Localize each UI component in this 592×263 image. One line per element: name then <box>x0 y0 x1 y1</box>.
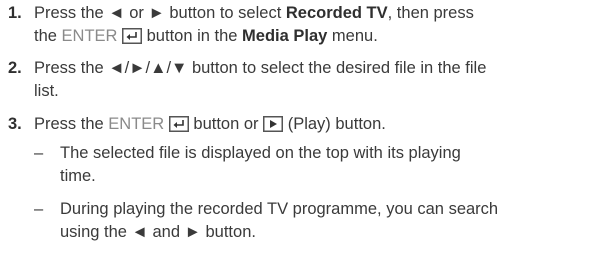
step-text: Press the ◄ or ► button to select <box>34 4 286 22</box>
step-line: Press the ◄ or ► button to select Record… <box>34 2 474 24</box>
step-line: Press the ◄/►/▲/▼ button to select the d… <box>34 59 487 77</box>
step-number: 1. <box>8 4 22 22</box>
step-number: 3. <box>8 115 22 133</box>
step-text: (Play) button. <box>283 115 386 133</box>
step-text: Press the <box>34 115 109 133</box>
menu-name-recorded-tv: Recorded TV <box>285 4 388 22</box>
step-number: 2. <box>8 59 22 77</box>
play-button-icon <box>263 116 284 138</box>
bullet-dash: – <box>34 200 44 218</box>
step-text: menu. <box>327 27 378 45</box>
step-line: Press the ENTER button or (Play) button. <box>34 113 386 138</box>
enter-key-label: ENTER <box>61 27 118 45</box>
enter-key-label: ENTER <box>108 115 165 133</box>
enter-key-icon <box>168 116 189 138</box>
step-line: list. <box>34 82 59 100</box>
enter-key-icon <box>122 28 143 50</box>
step-line: the ENTER button in the Media Play menu. <box>34 25 378 50</box>
menu-name-media-play: Media Play <box>242 27 328 45</box>
bullet-text: During playing the recorded TV programme… <box>60 200 499 218</box>
step-text: the <box>34 27 62 45</box>
step-text: button or <box>188 115 264 133</box>
bullet-text: The selected file is displayed on the to… <box>60 144 461 162</box>
bullet-text: time. <box>60 167 96 185</box>
manual-instructions: 1. Press the ◄ or ► button to select Rec… <box>0 0 592 263</box>
bullet-text: using the ◄ and ► button. <box>60 223 256 241</box>
step-text: , then press <box>387 4 474 22</box>
step-text: button in the <box>142 27 243 45</box>
bullet-dash: – <box>34 144 44 162</box>
